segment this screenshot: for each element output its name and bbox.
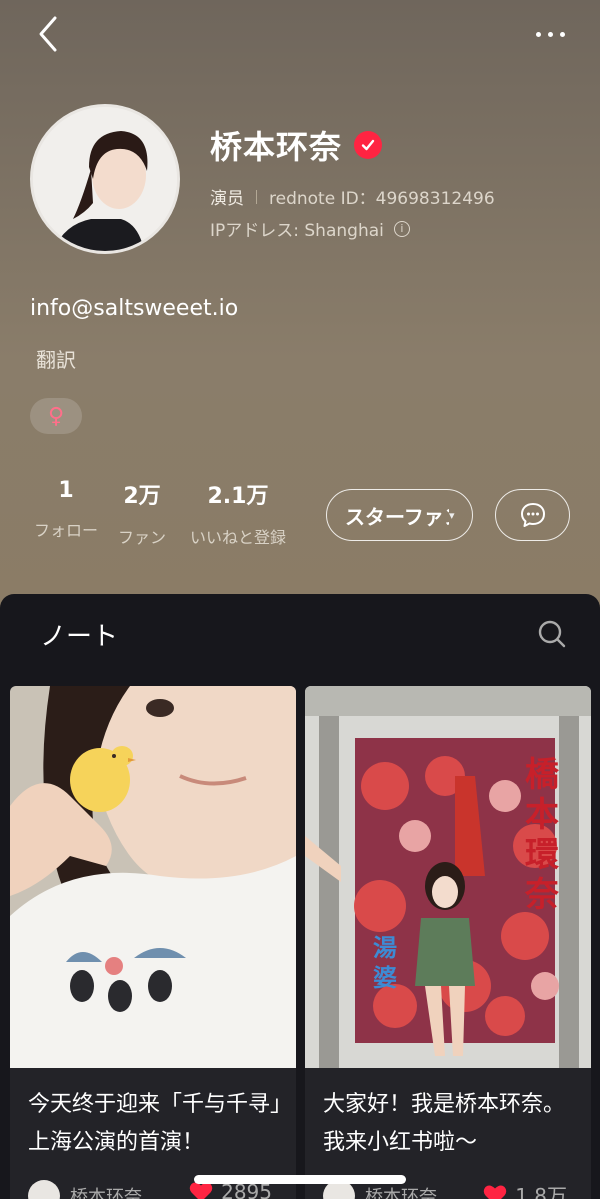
likes-count: 2.1万 [207, 484, 269, 509]
author-name: 桥本环奈 [365, 1187, 437, 1199]
like-count[interactable]: 1.8万 [483, 1180, 567, 1199]
fans-label: ファン [117, 528, 166, 547]
note-card[interactable]: 今天终于迎来「千与千寻」上海公演的首演！ 桥本环奈 2895 [10, 686, 296, 1199]
back-button[interactable] [28, 12, 68, 56]
info-icon[interactable]: i [393, 220, 410, 237]
note-title: 大家好！我是桥本环奈。我来小红书啦～ [323, 1092, 566, 1155]
search-icon [538, 620, 566, 648]
message-button[interactable] [495, 489, 570, 541]
tab-notes[interactable]: ノート [40, 616, 118, 653]
profile-bio: info@saltsweeet.io [30, 296, 239, 321]
top-bar [0, 0, 600, 70]
profile-role: 演员 [210, 189, 244, 209]
chat-bubble-icon [520, 503, 545, 527]
name-row: 桥本环奈 [210, 122, 383, 168]
svg-text:本: 本 [525, 795, 559, 835]
stat-likes[interactable]: 2.1万 いいねと登録 [184, 478, 292, 548]
dot-icon [559, 31, 565, 37]
author-avatar [28, 1180, 60, 1199]
divider [256, 189, 257, 204]
more-options-button[interactable] [526, 14, 574, 54]
translate-link[interactable]: 翻訳 [36, 344, 76, 373]
home-indicator[interactable] [194, 1175, 406, 1184]
avatar-portrait [33, 107, 177, 251]
like-count-value: 1.8万 [515, 1184, 567, 1199]
rednote-id: rednote ID：49698312496 [269, 189, 495, 209]
likes-label: いいねと登録 [189, 528, 286, 547]
author-name: 桥本环奈 [70, 1187, 142, 1199]
caret-down-icon: ▾ [449, 508, 455, 522]
notes-panel: ノート 今天终于迎来「千与千寻」上海公演的首演！ 桥本环奈 2895 橋 本 環… [0, 594, 600, 1199]
stat-fans[interactable]: 2万 ファン [114, 478, 170, 548]
verified-badge-icon [354, 131, 383, 159]
fans-count: 2万 [123, 484, 161, 509]
note-author: 桥本环奈 [28, 1180, 142, 1199]
dot-icon [547, 31, 553, 37]
profile-avatar[interactable] [30, 104, 180, 254]
dot-icon [535, 31, 541, 37]
svg-text:奈: 奈 [524, 875, 559, 915]
note-card[interactable]: 橋 本 環 奈 湯 婆 大家好！我是桥本环奈。我来小红书啦～ 桥本环奈 1.8万 [305, 686, 591, 1199]
svg-text:湯: 湯 [373, 934, 397, 962]
search-button[interactable] [536, 618, 568, 650]
stat-following[interactable]: 1 フォロー [30, 478, 102, 541]
svg-text:橋: 橋 [525, 755, 559, 795]
svg-text:婆: 婆 [373, 964, 397, 992]
star-fan-button[interactable]: スターファン ▾ [326, 489, 473, 541]
ip-location: IPアドレス: Shanghai [210, 221, 384, 241]
gender-tag: ♀ [30, 398, 82, 434]
profile-name: 桥本环奈 [210, 128, 343, 166]
following-count: 1 [58, 478, 74, 503]
svg-text:環: 環 [525, 835, 559, 875]
note-title: 今天终于迎来「千与千寻」上海公演的首演！ [28, 1092, 282, 1155]
note-thumbnail [10, 686, 296, 1068]
chevron-left-icon [39, 16, 57, 52]
profile-meta: 演员 rednote ID：49698312496 [210, 184, 495, 209]
following-label: フォロー [33, 521, 98, 540]
heart-icon [483, 1185, 507, 1199]
notes-header: ノート [0, 594, 600, 674]
ip-location-row: IPアドレス: Shanghai i [210, 216, 410, 241]
star-fan-label: スターファン [345, 504, 449, 529]
note-thumbnail: 橋 本 環 奈 湯 婆 [305, 686, 591, 1068]
